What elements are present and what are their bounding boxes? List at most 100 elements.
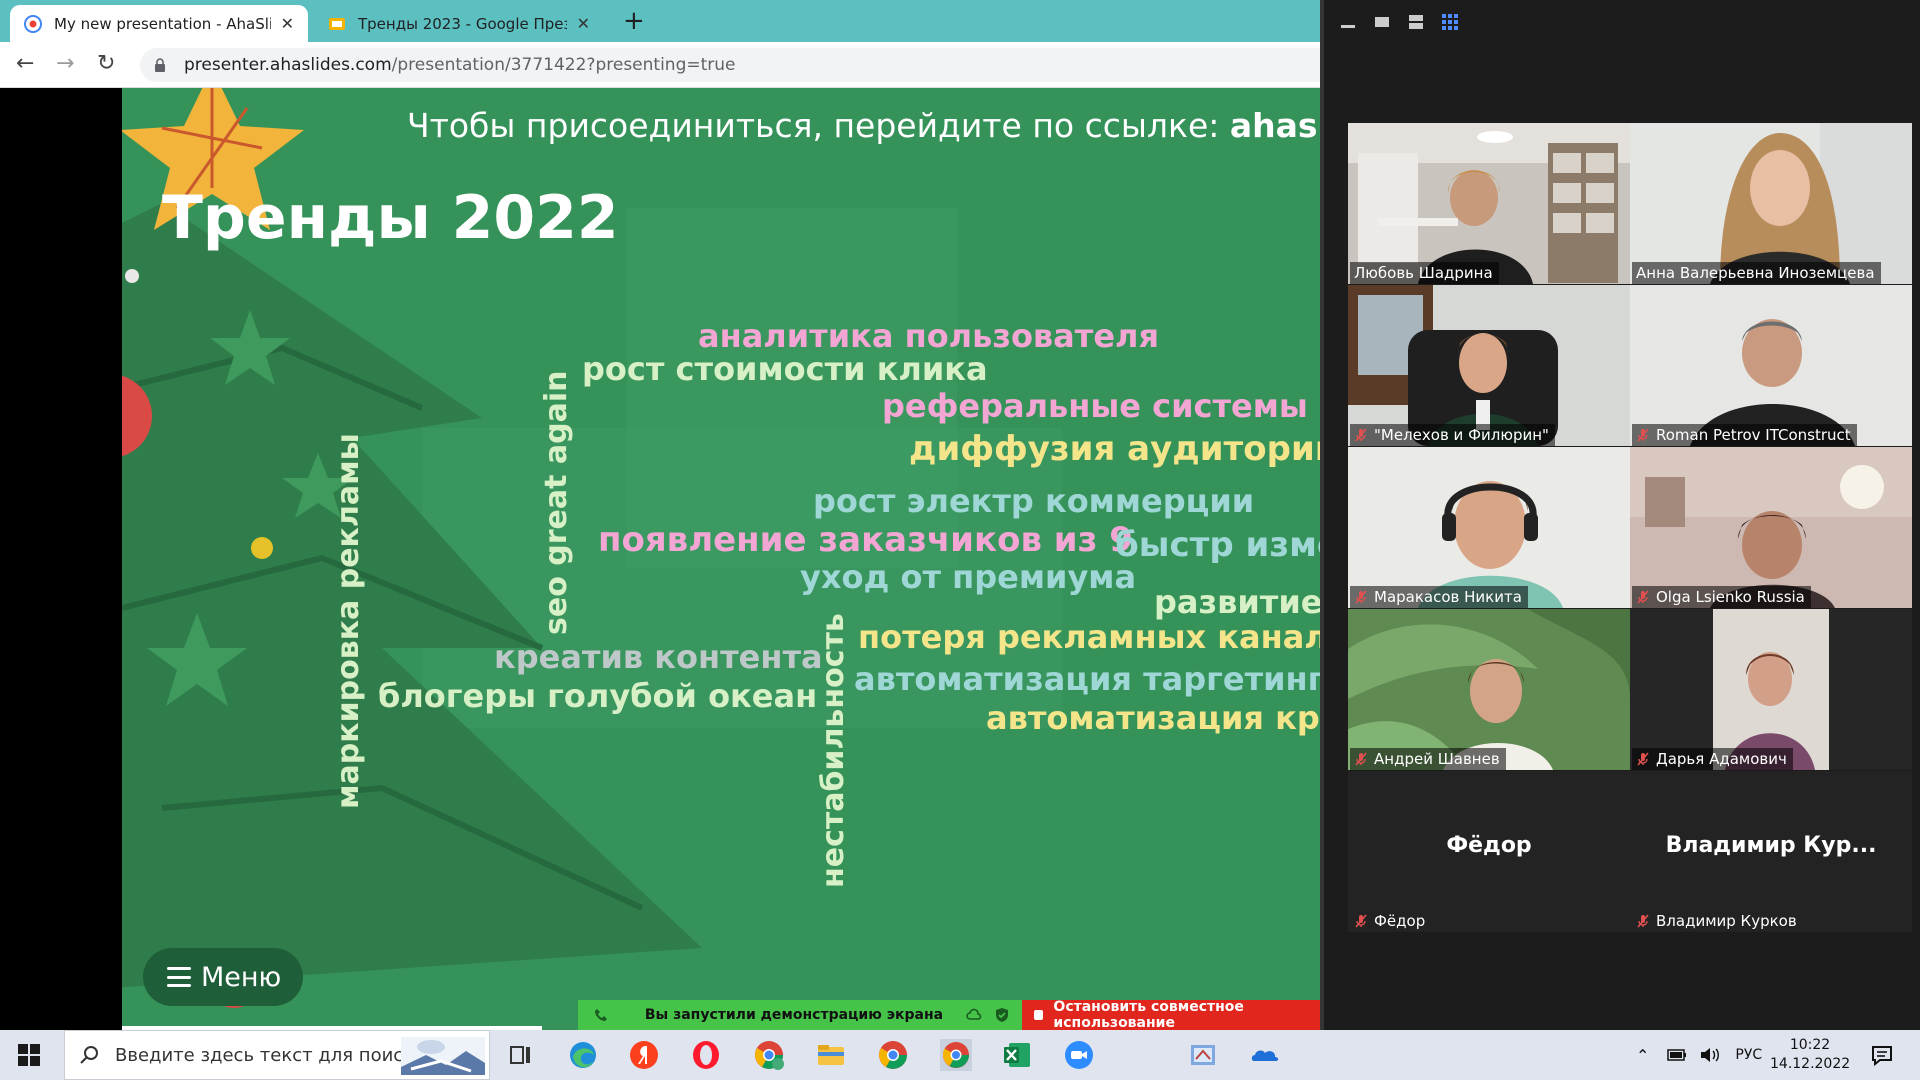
word-cloud-item: автоматизация кре (986, 699, 1325, 737)
participant-name-tag: Анна Валерьевна Иноземцева (1632, 262, 1881, 284)
forward-button[interactable]: → (56, 51, 74, 76)
word-cloud-item: развитие (1154, 583, 1323, 621)
snipping-icon[interactable] (1187, 1039, 1219, 1071)
task-view-icon[interactable] (505, 1039, 537, 1071)
search-placeholder: Введите здесь текст для поиска (115, 1044, 426, 1066)
url-text: presenter.ahaslides.com/presentation/377… (184, 55, 736, 75)
hamburger-icon (167, 967, 191, 987)
participant-name-tag: Фёдор (1350, 910, 1431, 932)
chevron-up-icon[interactable]: ⌃ (1636, 1046, 1649, 1065)
participant-name-tag: Roman Petrov ITConstruct (1632, 424, 1857, 446)
search-icon (80, 1046, 98, 1064)
mic-muted-icon (1355, 428, 1367, 442)
back-button[interactable]: ← (16, 51, 34, 76)
word-cloud-item: диффузия аудитории (909, 429, 1325, 469)
participant-name-tag: Владимир Курков (1632, 910, 1803, 932)
shield-icon (996, 1008, 1008, 1022)
participant-tile[interactable]: Roman Petrov ITConstruct (1630, 285, 1912, 446)
participant-tile[interactable]: Маракасов Никита (1348, 447, 1630, 608)
new-tab-button[interactable]: + (623, 6, 645, 36)
word-cloud-item: автоматизация таргетинга (854, 660, 1325, 698)
chrome-icon[interactable] (877, 1039, 909, 1071)
tab-label: Тренды 2023 - Google Презентации (358, 14, 567, 33)
system-clock[interactable]: 10:22 14.12.2022 (1770, 1036, 1850, 1074)
address-bar[interactable]: presenter.ahaslides.com/presentation/377… (140, 48, 1340, 82)
presentation-left-margin (0, 88, 122, 1030)
word-cloud-vertical-item: нестабильность (816, 613, 851, 888)
battery-icon[interactable] (1667, 1048, 1687, 1062)
phone-icon (595, 1009, 607, 1021)
screen: My new presentation - AhaSlides ✕ Тренды… (0, 0, 1920, 1080)
excel-icon[interactable] (1001, 1039, 1033, 1071)
presentation-slide: Чтобы присоединиться, перейдите по ссылк… (122, 88, 1325, 1030)
word-cloud-item: рост электр коммерции (813, 482, 1255, 520)
word-cloud-vertical-item: seo great again (539, 370, 574, 635)
participant-video (1348, 285, 1630, 446)
participant-video (1348, 447, 1630, 608)
participant-video (1630, 609, 1912, 770)
file-explorer-icon[interactable] (815, 1039, 847, 1071)
menu-button[interactable]: Меню (143, 948, 303, 1006)
participant-tile[interactable]: Olga Lsienko Russia (1630, 447, 1912, 608)
edge-icon[interactable] (567, 1039, 599, 1071)
participant-name-tag: Дарья Адамович (1632, 748, 1793, 770)
ornament-yellow (251, 537, 273, 559)
gallery-view-icon[interactable] (1440, 12, 1460, 32)
mic-muted-icon (1355, 590, 1367, 604)
word-cloud-item: реферальные системы (882, 387, 1308, 425)
participant-tile[interactable]: Фёдор Фёдор (1348, 771, 1630, 932)
chrome-active-icon[interactable] (940, 1039, 972, 1071)
slide-title: Тренды 2022 (162, 183, 619, 253)
mic-muted-icon (1637, 428, 1649, 442)
notifications-icon[interactable] (1866, 1039, 1898, 1071)
word-cloud-item: рост стоимости клика (582, 350, 988, 388)
participant-name-tag: Маракасов Никита (1350, 586, 1528, 608)
join-instruction: Чтобы присоединиться, перейдите по ссылк… (407, 106, 1325, 145)
tab-google-slides[interactable]: Тренды 2023 - Google Презентации ✕ (314, 5, 604, 42)
participant-tile[interactable]: Владимир Кур... Владимир Курков (1630, 771, 1912, 932)
zoom-icon[interactable] (1063, 1039, 1095, 1071)
clock-date: 14.12.2022 (1770, 1056, 1851, 1072)
lock-icon (155, 58, 165, 72)
opera-icon[interactable] (690, 1039, 722, 1071)
zoom-view-controls (1338, 12, 1460, 32)
minimize-icon[interactable] (1338, 12, 1358, 32)
stop-icon (1034, 1010, 1044, 1020)
yandex-icon[interactable] (628, 1039, 660, 1071)
browser-tab-strip: My new presentation - AhaSlides ✕ Тренды… (0, 0, 1325, 42)
stop-share-button[interactable]: Остановить совместное использование (1022, 999, 1352, 1031)
tab-ahaslides[interactable]: My new presentation - AhaSlides ✕ (10, 5, 308, 42)
participant-tile[interactable]: Дарья Адамович (1630, 609, 1912, 770)
clock-time: 10:22 (1789, 1037, 1831, 1053)
word-cloud-item: аналитика пользователя (698, 317, 1159, 355)
participant-tile[interactable]: "Мелехов и Филюрин" (1348, 285, 1630, 446)
search-highlight-illustration (401, 1037, 485, 1075)
onedrive-icon[interactable] (1249, 1039, 1281, 1071)
keyboard-language[interactable]: РУС (1735, 1047, 1762, 1063)
participant-video (1630, 285, 1912, 446)
chrome-profile-icon[interactable] (753, 1039, 785, 1071)
system-tray: ⌃ РУС (1636, 1030, 1762, 1080)
participant-display-name: Фёдор (1446, 833, 1532, 858)
tab-label: My new presentation - AhaSlides (54, 14, 271, 33)
volume-icon[interactable] (1699, 1046, 1721, 1064)
ahaslides-icon (24, 14, 42, 33)
taskbar-search[interactable]: Введите здесь текст для поиска (64, 1030, 490, 1080)
participant-video (1348, 123, 1630, 284)
participant-tile[interactable]: Анна Валерьевна Иноземцева (1630, 123, 1912, 284)
strip-view-icon[interactable] (1406, 12, 1426, 32)
word-cloud-item: быстр изме (1115, 525, 1325, 565)
participant-tile[interactable]: Андрей Шавнев (1348, 609, 1630, 770)
mic-muted-icon (1355, 914, 1367, 928)
participant-name-tag: Андрей Шавнев (1350, 748, 1506, 770)
reload-button[interactable]: ↻ (97, 51, 115, 76)
google-slides-icon (329, 17, 345, 30)
close-icon[interactable]: ✕ (577, 14, 590, 33)
mic-muted-icon (1637, 914, 1649, 928)
participant-tile[interactable]: Любовь Шадрина (1348, 123, 1630, 284)
close-icon[interactable]: ✕ (281, 14, 294, 33)
participant-video (1630, 447, 1912, 608)
sharing-status[interactable]: Вы запустили демонстрацию экрана (578, 1000, 1022, 1030)
speaker-view-icon[interactable] (1372, 12, 1392, 32)
windows-start-icon[interactable] (18, 1044, 40, 1066)
